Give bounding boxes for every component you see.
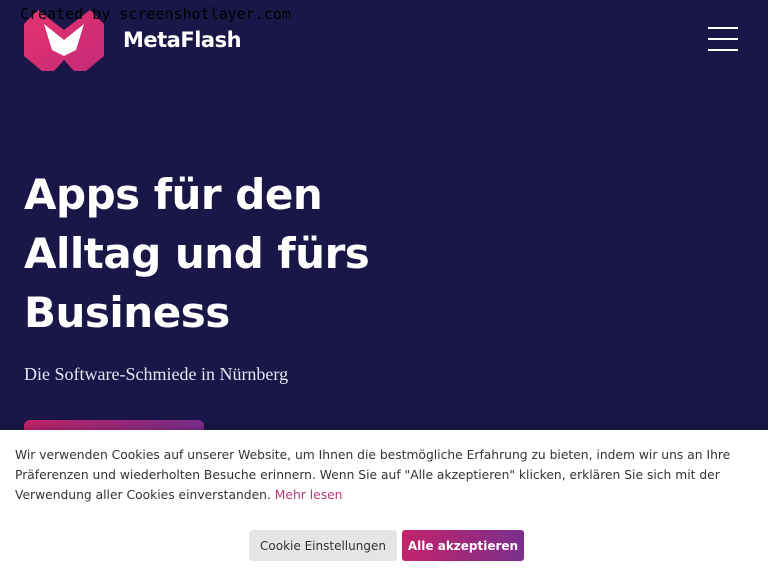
hamburger-menu-icon-line [708,49,738,51]
cookie-text: Wir verwenden Cookies auf unserer Websit… [15,445,753,505]
watermark-text: Created by screenshotlayer.com [20,5,291,23]
hero-subtitle: Die Software-Schmiede in Nürnberg [24,364,289,384]
hamburger-menu-icon-line [708,38,738,40]
hero-title-line: Alltag und fürs [24,229,370,278]
hamburger-menu-button[interactable] [704,25,742,53]
accept-all-button[interactable]: Alle akzeptieren [402,530,524,561]
hero-title: Apps für den Alltag und fürs Business [24,165,424,342]
cookie-settings-button[interactable]: Cookie Einstellungen [249,530,397,561]
hero-title-line: Business [24,288,230,337]
read-more-link[interactable]: Mehr lesen [275,488,343,502]
hamburger-menu-icon [708,27,738,29]
brand-name[interactable]: MetaFlash [123,28,242,52]
cookie-banner: Wir verwenden Cookies auf unserer Websit… [0,430,768,576]
hero-title-line: Apps für den [24,170,323,219]
cookie-message: Wir verwenden Cookies auf unserer Websit… [15,448,731,502]
